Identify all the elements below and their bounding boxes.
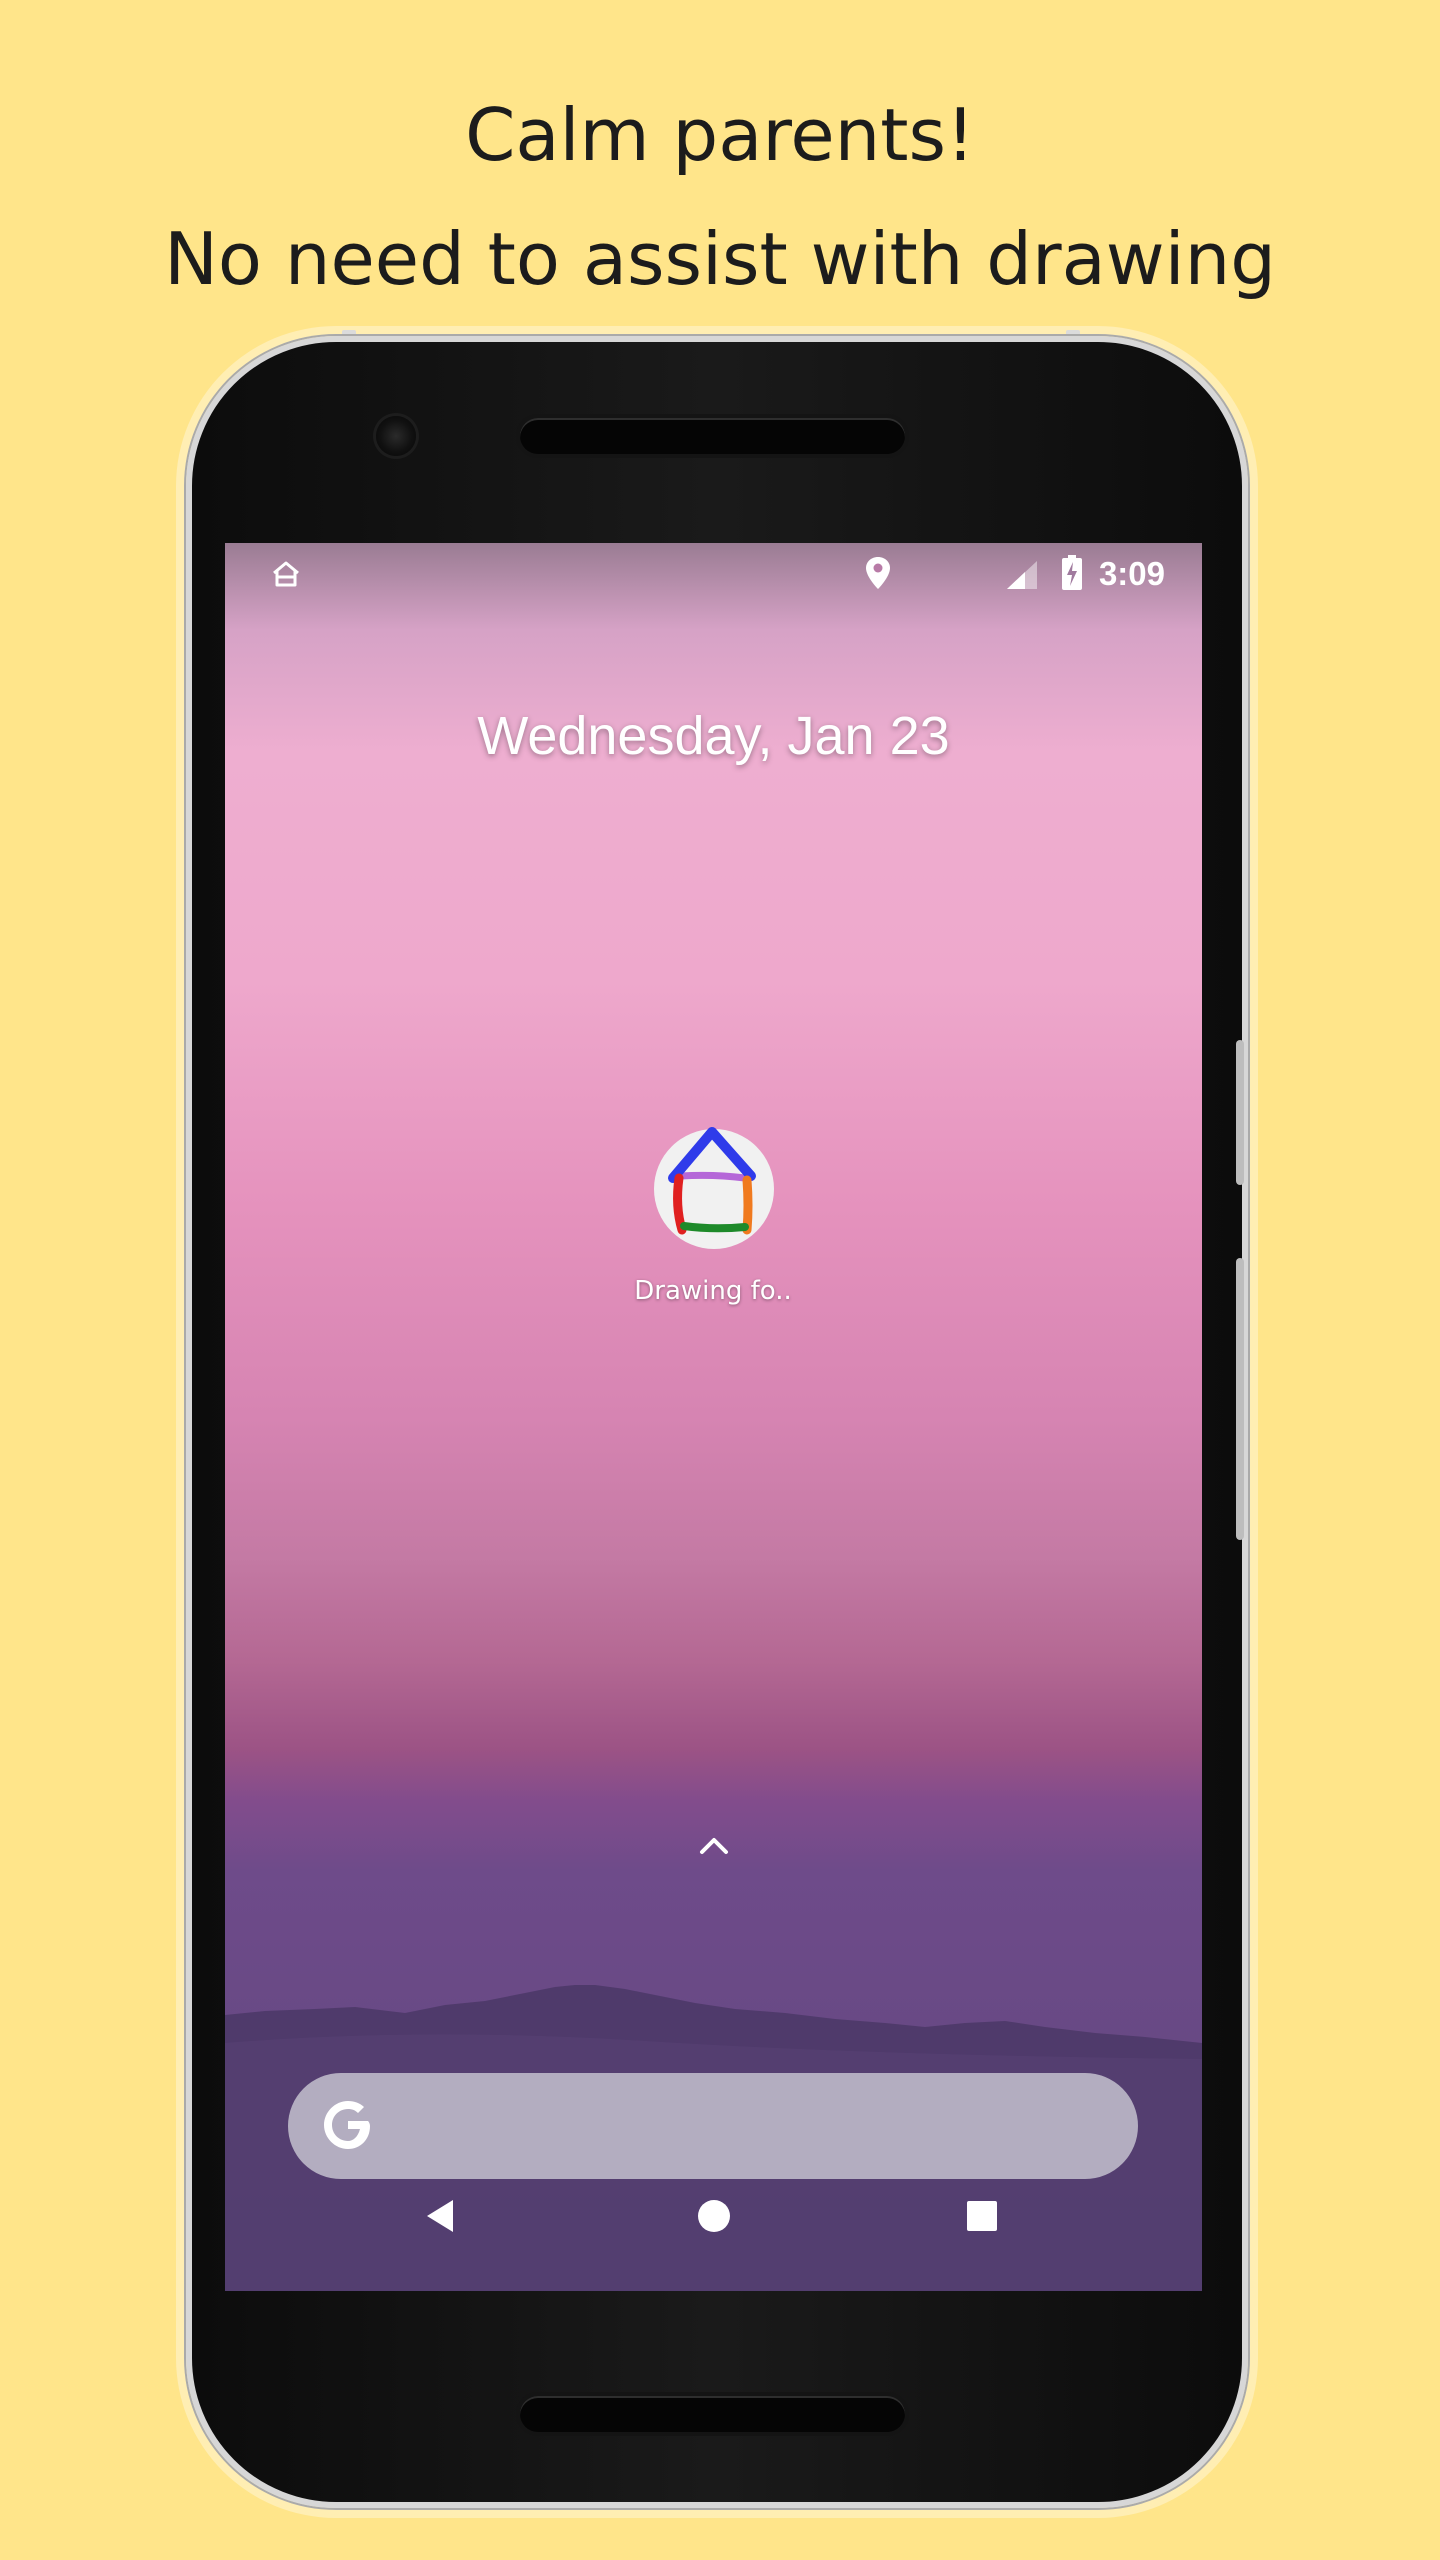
recents-square-icon[interactable] [965,2198,999,2238]
date-widget[interactable]: Wednesday, Jan 23 [225,705,1202,767]
phone-power-button [1236,1040,1244,1185]
status-time: 3:09 [1098,555,1165,592]
home-circle-icon[interactable] [696,2198,732,2238]
home-outline-icon [271,559,301,593]
signal-icon [1005,559,1039,595]
back-triangle-icon[interactable] [423,2198,457,2238]
status-bar: 3:09 [225,543,1202,603]
front-camera [376,416,416,456]
location-pin-icon [863,555,893,595]
chevron-up-icon[interactable] [697,1833,731,1861]
phone-screen: 3:09 Wednesday, Jan 23 Drawing fo.. [225,543,1202,2291]
top-speaker-grille [520,418,905,454]
battery-charging-icon [1061,555,1083,595]
promo-headline-line-2: No need to assist with drawing [164,217,1276,301]
drawing-app-icon[interactable] [651,1126,777,1252]
google-g-icon [318,2095,378,2159]
house-drawing-icon [654,1127,774,1249]
drawing-app-label[interactable]: Drawing fo.. [563,1276,863,1306]
phone-volume-button [1236,1258,1244,1540]
promo-headline-line-1: Calm parents! [465,93,975,177]
bottom-speaker-grille [520,2396,905,2432]
google-search-bar[interactable] [288,2073,1138,2179]
